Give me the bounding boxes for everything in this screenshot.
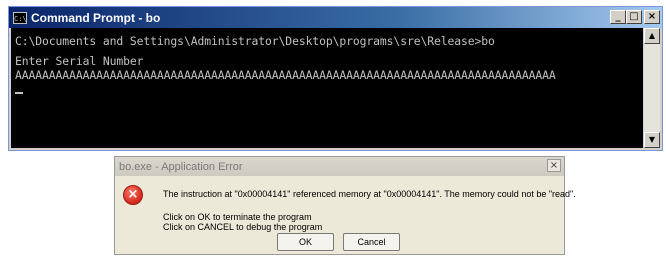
maximize-button[interactable]: □	[626, 10, 642, 24]
scroll-up-icon[interactable]: ▲	[644, 28, 660, 44]
window-controls: _ □ ×	[610, 10, 660, 24]
ok-instruction: Click on OK to terminate the program	[163, 212, 312, 222]
cancel-instruction: Click on CANCEL to debug the program	[163, 222, 323, 232]
error-icon: ×	[123, 185, 143, 205]
console-icon[interactable]: C:\	[13, 11, 27, 24]
cmd-window-title: Command Prompt - bo	[31, 10, 161, 25]
console-line-serial-prompt: Enter Serial Number	[15, 54, 144, 68]
cancel-button[interactable]: Cancel	[343, 233, 400, 251]
command-prompt-window: C:\ Command Prompt - bo _ □ × C:\Documen…	[8, 6, 663, 151]
dialog-title: bo.exe - Application Error	[119, 160, 243, 173]
close-button[interactable]: ×	[644, 10, 660, 24]
minimize-button[interactable]: _	[610, 10, 626, 24]
dialog-titlebar[interactable]: bo.exe - Application Error ×	[115, 157, 564, 176]
application-error-dialog: bo.exe - Application Error × × The instr…	[114, 156, 576, 255]
ok-button[interactable]: OK	[277, 233, 334, 251]
console-line-prompt: C:\Documents and Settings\Administrator\…	[15, 34, 495, 48]
console-output[interactable]: C:\Documents and Settings\Administrator\…	[11, 28, 643, 148]
dialog-close-button[interactable]: ×	[547, 159, 561, 172]
error-message: The instruction at "0x00004141" referenc…	[163, 189, 576, 199]
cmd-titlebar[interactable]: C:\ Command Prompt - bo _ □ ×	[9, 7, 662, 28]
text-cursor	[15, 92, 23, 94]
vertical-scrollbar[interactable]: ▲ ▼	[644, 28, 660, 148]
console-line-input: AAAAAAAAAAAAAAAAAAAAAAAAAAAAAAAAAAAAAAAA…	[15, 68, 556, 82]
scroll-down-icon[interactable]: ▼	[644, 132, 660, 148]
